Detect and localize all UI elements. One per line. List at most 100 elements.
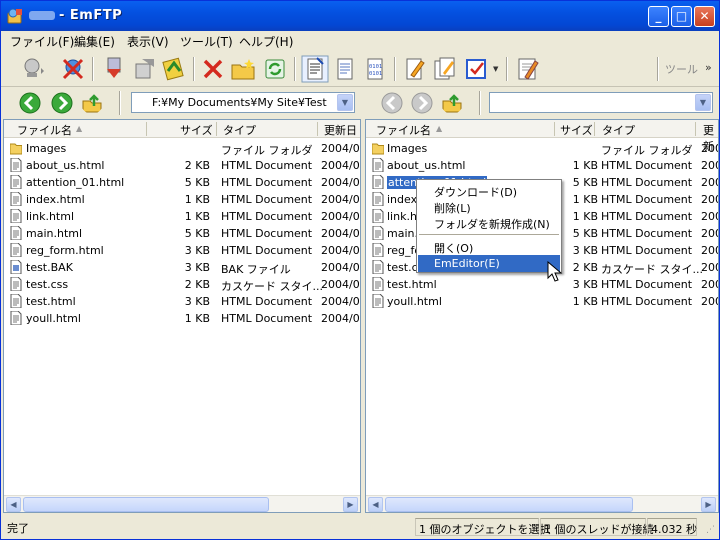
menu-edit[interactable]: 編集(E) <box>74 33 115 50</box>
scroll-thumb[interactable] <box>23 497 269 512</box>
file-row[interactable]: test.css 2 KB カスケード スタイ...2004/09 <box>4 276 360 293</box>
document-icon <box>372 260 384 274</box>
document-icon <box>10 311 22 325</box>
column-header-type[interactable]: タイプ <box>223 122 256 138</box>
column-header-type[interactable]: タイプ <box>602 122 635 138</box>
column-header-size[interactable]: サイズ <box>560 122 593 138</box>
connect-icon[interactable] <box>19 55 47 83</box>
status-bar: 完了 1 個のオブジェクトを選択 1 個のスレッドが接続 4.032 秒 ⋰ <box>1 515 719 539</box>
maximize-button[interactable]: □ <box>671 6 692 27</box>
left-path-combobox[interactable]: F:¥My Documents¥My Site¥Test ▼ <box>131 92 355 113</box>
new-folder-icon[interactable] <box>229 55 257 83</box>
file-row[interactable]: link.html 1 KB HTML Document 2004/04 <box>4 208 360 225</box>
file-size: 2 KB <box>184 278 210 291</box>
back-arrow-icon[interactable] <box>19 92 41 114</box>
window-title: - EmFTP <box>29 8 122 23</box>
file-date: 200 <box>701 278 718 291</box>
toolbar-overflow-icon[interactable]: » <box>705 61 712 74</box>
file-row[interactable]: youll.html 1 KB HTML Document 2004/05 <box>4 310 360 327</box>
chevron-down-icon[interactable]: ▼ <box>337 94 353 111</box>
file-row[interactable]: test.BAK 3 KB BAK ファイル 2004/09 <box>4 259 360 276</box>
context-menu-delete[interactable]: 削除(L) <box>418 198 560 215</box>
minimize-button[interactable]: _ <box>648 6 669 27</box>
column-header-name[interactable]: ファイル名 <box>17 122 72 138</box>
file-name: attention_01.html <box>26 176 125 189</box>
mouse-cursor-icon <box>547 261 563 282</box>
back-arrow-icon[interactable] <box>381 92 403 114</box>
column-header-date[interactable]: 更新日 <box>324 122 357 138</box>
up-folder-icon[interactable] <box>81 92 103 114</box>
download-icon[interactable] <box>100 55 128 83</box>
context-menu-download[interactable]: ダウンロード(D) <box>418 182 560 199</box>
properties-icon[interactable] <box>431 55 459 83</box>
file-row[interactable]: test.html 3 KB HTML Document 2004/09 <box>4 293 360 310</box>
refresh-icon[interactable] <box>261 55 289 83</box>
horizontal-scrollbar[interactable]: ◀ ▶ <box>366 495 718 512</box>
horizontal-scrollbar[interactable]: ◀ ▶ <box>4 495 360 512</box>
file-size: 3 KB <box>572 278 598 291</box>
file-date: 200 <box>701 159 718 172</box>
chevron-down-icon[interactable]: ▼ <box>493 65 498 73</box>
title-bar[interactable]: - EmFTP _ □ ✕ <box>1 1 719 31</box>
forward-arrow-icon[interactable] <box>51 92 73 114</box>
right-navigation-bar: ▼ <box>363 89 719 117</box>
file-row[interactable]: index.html 1 KB HTML Document 2004/04 <box>4 191 360 208</box>
context-menu-emeditor[interactable]: EmEditor(E) <box>418 255 560 272</box>
binary-view-icon[interactable]: 01010101 <box>361 55 389 83</box>
scroll-right-icon[interactable]: ▶ <box>343 497 358 512</box>
menu-help[interactable]: ヘルプ(H) <box>239 33 293 50</box>
document-icon <box>10 277 22 291</box>
upload-icon[interactable] <box>130 55 158 83</box>
check-list-icon[interactable] <box>463 55 491 83</box>
disconnect-icon[interactable] <box>59 55 87 83</box>
delete-icon[interactable] <box>199 55 227 83</box>
status-elapsed-time: 4.032 秒 <box>647 518 697 536</box>
menu-tools[interactable]: ツール(T) <box>180 33 233 50</box>
file-row[interactable]: about_us.html 1 KBHTML Document 200 <box>366 157 718 174</box>
right-path-combobox[interactable]: ▼ <box>489 92 713 113</box>
scroll-thumb[interactable] <box>385 497 633 512</box>
redacted-user <box>29 11 55 20</box>
file-row[interactable]: reg_form.html 3 KB HTML Document 2004/04 <box>4 242 360 259</box>
local-file-list[interactable]: ファイル名 ▲ サイズ タイプ 更新日 Images ファイル フォルダ 2004/… <box>3 119 361 513</box>
close-button[interactable]: ✕ <box>694 6 715 27</box>
scroll-left-icon[interactable]: ◀ <box>6 497 21 512</box>
toolbar-separator <box>479 91 481 115</box>
emftp-window: - EmFTP _ □ ✕ ファイル(F) 編集(E) 表示(V) ツール(T)… <box>0 0 720 540</box>
scroll-left-icon[interactable]: ◀ <box>368 497 383 512</box>
list-header: ファイル名 ▲ サイズ タイプ 更新 <box>366 120 718 153</box>
up-folder-icon[interactable] <box>441 92 463 114</box>
file-row[interactable]: main.html 5 KB HTML Document 2004/04 <box>4 225 360 242</box>
scroll-right-icon[interactable]: ▶ <box>701 497 716 512</box>
sync-icon[interactable] <box>160 55 188 83</box>
file-type: HTML Document <box>601 244 693 257</box>
file-row[interactable]: Images ファイル フォルダ 200 <box>366 140 718 157</box>
file-type: HTML Document <box>221 227 313 240</box>
view-text-icon[interactable] <box>301 55 329 83</box>
file-type: HTML Document <box>221 210 313 223</box>
file-row[interactable]: test.html 3 KBHTML Document 200 <box>366 276 718 293</box>
notepad-icon[interactable] <box>513 55 541 83</box>
resize-grip-icon[interactable]: ⋰ <box>706 525 715 535</box>
file-row[interactable]: Images ファイル フォルダ 2004/09 <box>4 140 360 157</box>
file-row[interactable]: attention_01.html 5 KB HTML Document 2004/0… <box>4 174 360 191</box>
context-menu-open[interactable]: 開く(O) <box>418 238 560 255</box>
toolbar-separator <box>506 57 508 81</box>
column-header-size[interactable]: サイズ <box>180 122 213 138</box>
column-header-name[interactable]: ファイル名 <box>376 122 431 138</box>
left-path-text: F:¥My Documents¥My Site¥Test <box>152 96 327 109</box>
forward-arrow-icon[interactable] <box>411 92 433 114</box>
toolbar-separator <box>394 57 396 81</box>
folder-icon <box>10 143 22 155</box>
document-view-icon[interactable] <box>331 55 359 83</box>
menu-file[interactable]: ファイル(F) <box>10 33 74 50</box>
edit-icon[interactable] <box>401 55 429 83</box>
menu-view[interactable]: 表示(V) <box>127 33 169 50</box>
context-menu-new-folder[interactable]: フォルダを新規作成(N) <box>418 214 560 231</box>
file-row[interactable]: about_us.html 2 KB HTML Document 2004/04 <box>4 157 360 174</box>
chevron-down-icon[interactable]: ▼ <box>695 94 711 111</box>
file-type: カスケード スタイ... <box>601 263 703 276</box>
file-date: 2004/04 <box>321 244 360 257</box>
document-icon <box>10 192 22 206</box>
file-row[interactable]: youll.html 1 KBHTML Document 200 <box>366 293 718 310</box>
